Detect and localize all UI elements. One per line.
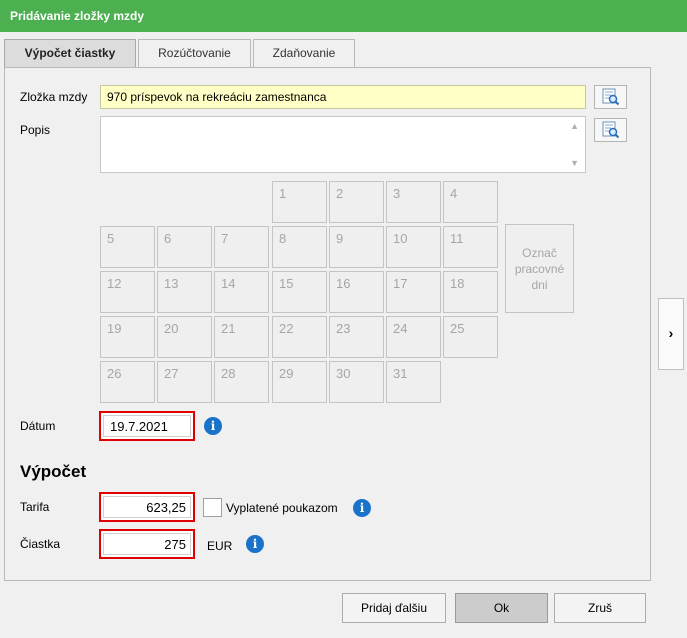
calendar-day[interactable]: 27 [157, 361, 212, 403]
calendar-day[interactable]: 18 [443, 271, 498, 313]
calendar-day[interactable]: 7 [214, 226, 269, 268]
date-field-highlight: 19.7.2021 [99, 411, 195, 441]
date-input[interactable]: 19.7.2021 [103, 415, 191, 437]
scroll-up-icon[interactable]: ▲ [570, 121, 579, 131]
calendar-day[interactable]: 22 [272, 316, 327, 358]
calendar-day[interactable]: 17 [386, 271, 441, 313]
calendar-day[interactable]: 21 [214, 316, 269, 358]
description-lookup-button[interactable] [594, 118, 627, 142]
voucher-label: Vyplatené poukazom [226, 501, 338, 515]
expand-panel-button[interactable]: › [658, 298, 684, 370]
ok-button[interactable]: Ok [455, 593, 548, 623]
currency-label: EUR [207, 539, 233, 553]
amount-info-icon[interactable]: i [246, 535, 264, 553]
mark-working-days-label: dni [531, 278, 548, 292]
description-label: Popis [20, 123, 51, 137]
amount-label: Čiastka [20, 537, 61, 551]
calendar-day[interactable]: 12 [100, 271, 155, 313]
add-next-button[interactable]: Pridaj ďalšiu [342, 593, 446, 623]
rate-field-highlight: 623,25 [99, 492, 195, 522]
calendar-day[interactable]: 28 [214, 361, 269, 403]
calendar-day[interactable]: 11 [443, 226, 498, 268]
calendar-day[interactable]: 30 [329, 361, 384, 403]
chevron-right-icon: › [668, 325, 674, 341]
calendar-day[interactable]: 9 [329, 226, 384, 268]
date-info-icon[interactable]: i [204, 417, 222, 435]
calendar-day[interactable]: 6 [157, 226, 212, 268]
cancel-button[interactable]: Zruš [554, 593, 646, 623]
calendar-day[interactable]: 14 [214, 271, 269, 313]
calendar-day[interactable]: 16 [329, 271, 384, 313]
calendar-day[interactable]: 19 [100, 316, 155, 358]
calendar-day[interactable]: 5 [100, 226, 155, 268]
calendar-day[interactable]: 3 [386, 181, 441, 223]
rate-label: Tarifa [20, 500, 50, 514]
calendar-day[interactable]: 25 [443, 316, 498, 358]
mark-working-days-label: pracovné [514, 262, 565, 276]
tab-calculation[interactable]: Výpočet čiastky [4, 39, 136, 68]
calendar-day[interactable]: 26 [100, 361, 155, 403]
calendar-day[interactable]: 29 [272, 361, 327, 403]
mark-working-days-label: Označ [522, 246, 557, 260]
amount-input[interactable]: 275 [103, 533, 191, 555]
scroll-down-icon[interactable]: ▼ [570, 158, 579, 168]
tab-allocation[interactable]: Rozúčtovanie [138, 39, 251, 68]
calendar-day[interactable]: 2 [329, 181, 384, 223]
calendar-day[interactable]: 20 [157, 316, 212, 358]
rate-input[interactable]: 623,25 [103, 496, 191, 518]
mark-working-days-button[interactable]: Označ pracovné dni [505, 224, 574, 313]
calculation-title: Výpočet [20, 462, 87, 481]
amount-field-highlight: 275 [99, 529, 195, 559]
calendar-day[interactable]: 10 [386, 226, 441, 268]
calendar-day[interactable]: 1 [272, 181, 327, 223]
component-label: Zložka mzdy [20, 90, 88, 104]
calendar-day[interactable]: 24 [386, 316, 441, 358]
description-textarea[interactable]: ▲ ▼ [100, 116, 586, 173]
calendar-day[interactable]: 15 [272, 271, 327, 313]
calendar-day[interactable]: 31 [386, 361, 441, 403]
lookup-icon [602, 121, 620, 139]
calendar-day[interactable]: 4 [443, 181, 498, 223]
date-label: Dátum [20, 419, 56, 433]
voucher-info-icon[interactable]: i [353, 499, 371, 517]
component-lookup-button[interactable] [594, 85, 627, 109]
tab-taxation[interactable]: Zdaňovanie [253, 39, 355, 68]
component-field[interactable]: 970 príspevok na rekreáciu zamestnanca [100, 85, 586, 109]
calendar-day[interactable]: 8 [272, 226, 327, 268]
window-title: Pridávanie zložky mzdy [0, 0, 687, 32]
voucher-checkbox[interactable] [203, 498, 222, 517]
lookup-icon [602, 88, 620, 106]
calendar-day[interactable]: 13 [157, 271, 212, 313]
calendar-day[interactable]: 23 [329, 316, 384, 358]
